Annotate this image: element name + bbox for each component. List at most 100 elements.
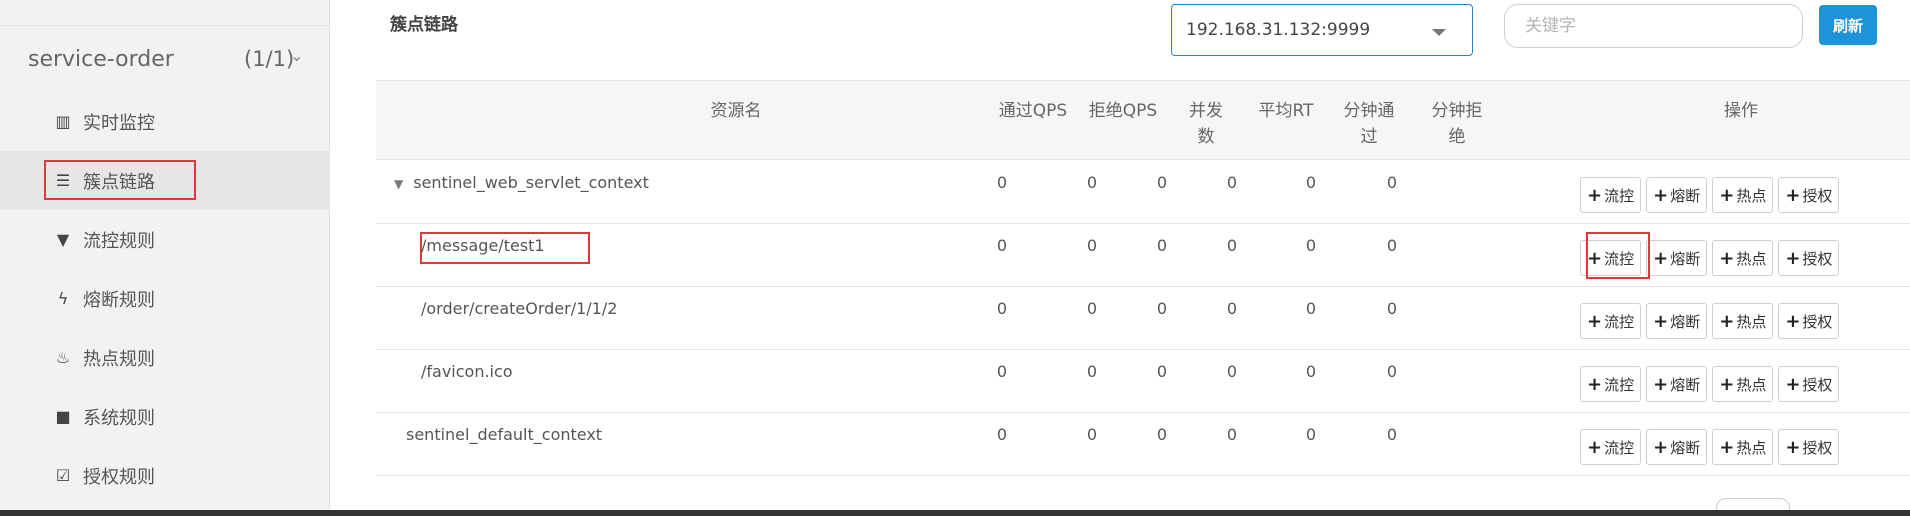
action-authority-button[interactable]: + 授权 [1778,303,1840,339]
action-hotspot-button[interactable]: + 热点 [1712,366,1774,402]
plus-icon: + [1587,184,1603,206]
resource-name-text: sentinel_web_servlet_context [413,173,649,192]
sidebar-item-0[interactable]: ▥ 实时监控 [0,92,330,151]
sidebar-item-2[interactable]: ▼ 流控规则 [0,210,330,269]
resource-table: 资源名 通过QPS 拒绝QPS 并发 数 平均RT 分钟通 过 分钟拒 绝 操作… [376,80,1910,512]
plus-icon: + [1719,373,1735,395]
cell-avg-rt: 0 [1226,299,1238,318]
plus-icon: + [1653,247,1669,269]
plus-icon: + [1785,310,1801,332]
th-minute-block: 分钟拒 绝 [1431,101,1483,147]
cell-block-qps: 0 [1086,236,1098,255]
highlight-box-flow-button [1586,232,1650,279]
th-actions: 操作 [1724,101,1758,121]
resource-name: /order/createOrder/1/1/2 [421,299,617,318]
plus-icon: + [1587,373,1603,395]
action-degrade-button[interactable]: + 熔断 [1646,366,1708,402]
action-flow-button[interactable]: + 流控 [1580,177,1642,213]
highlight-box-resource [420,232,590,264]
machine-select[interactable]: 192.168.31.132:9999 [1171,4,1473,56]
action-flow-button[interactable]: + 流控 [1580,303,1642,339]
cell-minute-block: 0 [1386,173,1398,192]
table-header: 资源名 通过QPS 拒绝QPS 并发 数 平均RT 分钟通 过 分钟拒 绝 操作 [376,80,1910,160]
action-flow-button[interactable]: + 流控 [1580,366,1642,402]
search-input[interactable] [1504,4,1803,48]
cell-pass-qps: 0 [996,425,1008,444]
action-label: 授权 [1802,312,1833,331]
sidebar-app-service-order[interactable]: service-order (1/1) ⌄ [0,26,330,92]
action-authority-button[interactable]: + 授权 [1778,366,1840,402]
action-hotspot-button[interactable]: + 热点 [1712,177,1774,213]
resource-name-text: sentinel_default_context [406,425,603,444]
sidebar-item-label: 系统规则 [83,407,155,429]
cell-concurrency: 0 [1156,173,1168,192]
action-label: 热点 [1736,249,1767,268]
table-row: /order/createOrder/1/1/2 0 0 0 0 0 0 + 流控 + 熔断 + 热点 +… [376,287,1910,350]
action-degrade-button[interactable]: + 熔断 [1646,429,1708,465]
resource-name-text: /order/createOrder/1/1/2 [421,299,618,318]
th-pass-qps: 通过QPS [998,101,1068,121]
table-row: sentinel_default_context 0 0 0 0 0 0 + 流控 + 熔断 + 热点 +… [376,413,1910,476]
action-degrade-button[interactable]: + 熔断 [1646,177,1708,213]
plus-icon: + [1587,436,1603,458]
sidebar-item-3[interactable]: ϟ 熔断规则 [0,269,330,328]
action-authority-button[interactable]: + 授权 [1778,240,1840,276]
th-block-qps: 拒绝QPS [1088,101,1158,121]
action-label: 授权 [1802,375,1833,394]
action-hotspot-button[interactable]: + 热点 [1712,303,1774,339]
briefcase-icon: ■ [55,407,71,426]
action-label: 熔断 [1670,438,1701,457]
chevron-down-icon: ⌄ [290,46,304,65]
action-degrade-button[interactable]: + 熔断 [1646,303,1708,339]
action-hotspot-button[interactable]: + 热点 [1712,240,1774,276]
action-hotspot-button[interactable]: + 热点 [1712,429,1774,465]
action-degrade-button[interactable]: + 熔断 [1646,240,1708,276]
sidebar-item-6[interactable]: ☑ 授权规则 [0,446,330,505]
flash-icon: ϟ [57,289,69,308]
cell-avg-rt: 0 [1226,173,1238,192]
cell-block-qps: 0 [1086,173,1098,192]
resource-name-text: /favicon.ico [421,362,513,381]
bottom-edge [0,510,1910,516]
cell-concurrency: 0 [1156,299,1168,318]
cell-minute-pass: 0 [1305,425,1317,444]
machine-select-value: 192.168.31.132:9999 [1186,20,1371,40]
action-authority-button[interactable]: + 授权 [1778,429,1840,465]
sidebar-item-4[interactable]: ♨ 热点规则 [0,328,330,387]
action-label: 流控 [1604,312,1635,331]
expand-arrow-icon[interactable]: ▼ [394,177,403,191]
sidebar-item-label: 流控规则 [83,230,155,252]
action-authority-button[interactable]: + 授权 [1778,177,1840,213]
action-label: 热点 [1736,375,1767,394]
plus-icon: + [1719,436,1735,458]
action-label: 热点 [1736,312,1767,331]
refresh-button[interactable]: 刷新 [1819,5,1877,45]
cell-concurrency: 0 [1156,425,1168,444]
app-name: service-order [28,46,174,72]
action-label: 热点 [1736,438,1767,457]
caret-down-icon [1432,29,1446,36]
cell-minute-pass: 0 [1305,299,1317,318]
sidebar-item-label: 熔断规则 [83,289,155,311]
plus-icon: + [1719,310,1735,332]
sidebar-prev-app-row [0,0,330,26]
action-label: 流控 [1604,438,1635,457]
resource-name[interactable]: ▼ sentinel_web_servlet_context [394,173,649,192]
resource-name: /favicon.ico [421,362,513,381]
sidebar-item-label: 实时监控 [83,112,155,134]
page-title: 簇点链路 [390,15,458,35]
plus-icon: + [1653,436,1669,458]
cell-avg-rt: 0 [1226,425,1238,444]
sidebar-item-5[interactable]: ■ 系统规则 [0,387,330,446]
cell-minute-block: 0 [1386,236,1398,255]
table-row: /message/test1 0 0 0 0 0 0 + 流控 + 熔断 + 热点 + 授权 [376,224,1910,287]
plus-icon: + [1587,310,1603,332]
row-actions: + 流控 + 熔断 + 热点 + 授权 [1580,429,1840,465]
action-flow-button[interactable]: + 流控 [1580,429,1642,465]
sidebar: service-order (1/1) ⌄ ▥ 实时监控 ☰ 簇点链路 ▼ 流控规则 ϟ 熔断… [0,0,330,516]
th-resource: 资源名 [710,101,762,121]
plus-icon: + [1785,373,1801,395]
th-minute-pass: 分钟通 过 [1343,101,1395,147]
plus-icon: + [1785,436,1801,458]
cell-minute-pass: 0 [1305,173,1317,192]
